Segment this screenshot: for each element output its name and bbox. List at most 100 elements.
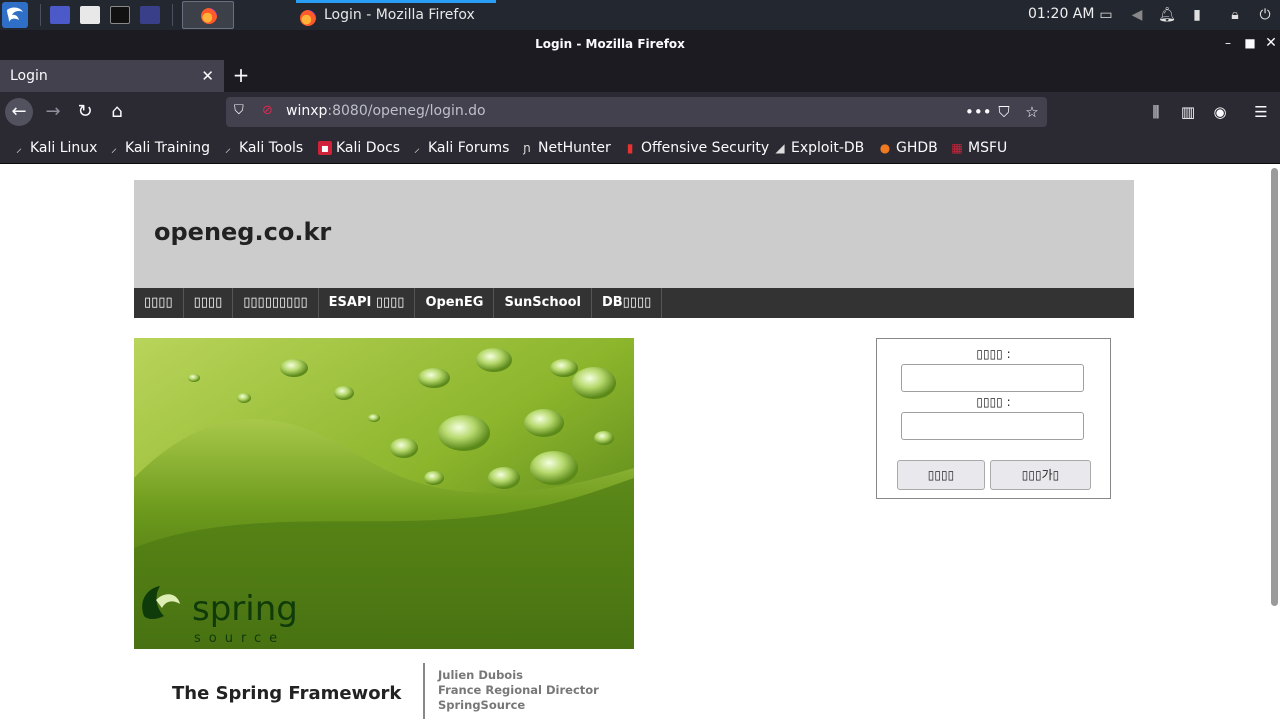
library-icon[interactable]: ⫼ [1146,102,1166,122]
bookmark-label: Kali Tools [239,140,304,156]
bookmark-kali-training[interactable]: ⸝ Kali Training [107,138,210,158]
maximize-button[interactable]: ■ [1243,36,1257,50]
page-scrollbar-thumb[interactable] [1271,168,1278,606]
taskbar-window-title: Login - Mozilla Firefox [324,7,475,23]
bookmark-star-icon[interactable]: ☆ [1022,102,1042,122]
presenter-name: Julien Dubois [438,668,523,682]
presenter-org: SpringSource [438,698,526,712]
panel-separator [172,4,173,26]
navigation-toolbar: ← → ↻ ⌂ ⛉ ⊘ winxp:8080/openeg/login.do •… [0,92,1280,132]
menu-item-1[interactable]: ▯▯▯▯ [134,288,184,318]
bookmark-label: GHDB [896,140,938,156]
menu-item-sunschool[interactable]: SunSchool [494,288,592,318]
new-tab-button[interactable]: + [230,64,252,86]
kali-docs-icon: ▪ [318,141,332,155]
home-button[interactable]: ⌂ [103,98,131,126]
taskbar-window-firefox[interactable]: Login - Mozilla Firefox [296,0,496,30]
login-button[interactable]: ▯▯▯▯ [897,460,985,490]
url-path: :8080/openeg/login.do [327,103,486,119]
app-menu-icon[interactable]: ☰ [1251,102,1271,122]
bookmark-kali-docs[interactable]: ▪ Kali Docs [318,138,400,158]
file-manager-icon[interactable] [80,6,100,24]
exploitdb-icon: ◢ [775,141,785,155]
battery-icon[interactable]: ▮ [1188,6,1206,24]
bookmark-label: NetHunter [538,140,611,156]
bookmark-label: Kali Docs [336,140,401,156]
window-title: Login - Mozilla Firefox [535,37,685,51]
menu-item-2[interactable]: ▯▯▯▯ [184,288,234,318]
bookmark-label: Kali Linux [30,140,98,156]
pocket-icon[interactable]: ⛉ [994,102,1014,122]
terminal-icon[interactable] [110,6,130,24]
sidebar-icon[interactable]: ▥ [1178,102,1198,122]
site-menu: ▯▯▯▯ ▯▯▯▯ ▯▯▯▯▯▯▯▯▯ ESAPI ▯▯▯▯ OpenEG Su… [134,288,1134,318]
bookmark-label: MSFU [968,140,1008,156]
join-button[interactable]: ▯▯▯가▯ [990,460,1091,490]
power-icon[interactable]: ⏻ [1256,6,1274,24]
bookmark-ghdb[interactable]: ● GHDB [878,138,938,158]
kali-dragon-icon: ⸝ [110,141,117,155]
kali-menu-icon[interactable] [2,2,28,28]
caption-divider [423,663,425,719]
forward-button[interactable]: → [39,98,67,126]
firefox-icon [300,10,316,26]
login-form: ▯▯▯▯ : ▯▯▯▯ : ▯▯▯▯ ▯▯▯가▯ [876,338,1111,499]
bookmark-exploit-db[interactable]: ◢ Exploit-DB [773,138,864,158]
bookmark-nethunter[interactable]: ɲ NetHunter [520,138,611,158]
ghdb-icon: ● [879,141,891,155]
bookmark-msfu[interactable]: ▦ MSFU [950,138,1007,158]
desktop-top-panel: Login - Mozilla Firefox 01:20 AM ▭ ◀ 🔔︎ … [0,0,1280,30]
offsec-icon: ▮ [626,141,634,155]
screen-recorder-icon[interactable] [140,6,160,24]
back-button[interactable]: ← [5,98,33,126]
bookmark-kali-tools[interactable]: ⸝ Kali Tools [221,138,303,158]
leaf-dewdrops-graphic: spring source [134,338,634,649]
close-tab-icon[interactable]: ✕ [201,67,214,85]
password-label: ▯▯▯▯ : [976,395,1011,409]
site-title: openeg.co.kr [154,218,332,246]
menu-item-openeg[interactable]: OpenEG [415,288,495,318]
spring-logo-subtext: source [194,631,285,646]
menu-item-3[interactable]: ▯▯▯▯▯▯▯▯▯ [233,288,319,318]
spring-logo-text: spring [192,589,298,629]
minimize-button[interactable]: – [1221,36,1235,50]
menu-item-esapi[interactable]: ESAPI ▯▯▯▯ [319,288,416,318]
url-text[interactable]: winxp:8080/openeg/login.do [286,103,486,119]
spring-banner-image: spring source [134,338,634,649]
menu-item-db[interactable]: DB▯▯▯▯ [592,288,663,318]
nethunter-icon: ɲ [523,141,531,155]
close-window-button[interactable]: ✕ [1264,36,1278,50]
framework-title: The Spring Framework [172,683,402,704]
notifications-bell-icon[interactable]: 🔔︎ [1158,6,1176,24]
bookmark-kali-linux[interactable]: ⸝ Kali Linux [12,138,97,158]
kali-dragon-icon: ⸝ [15,141,22,155]
tracking-protection-shield-icon[interactable]: ⛉ [234,103,248,119]
bookmarks-toolbar: ⸝ Kali Linux ⸝ Kali Training ⸝ Kali Tools ▪… [0,132,1280,164]
insecure-connection-icon[interactable]: ⊘ [262,103,276,119]
url-bar[interactable]: ⛉ ⊘ winxp:8080/openeg/login.do ••• ⛉ ☆ [226,97,1047,127]
lock-screen-icon[interactable]: 🔒︎ [1226,6,1244,24]
account-icon[interactable]: ◉ [1210,102,1230,122]
panel-separator [40,4,41,26]
reload-button[interactable]: ↻ [71,98,99,126]
bookmark-kali-forums[interactable]: ⸝ Kali Forums [410,138,509,158]
bookmark-label: Offensive Security [641,140,770,156]
msfu-icon: ▦ [951,141,963,155]
password-input[interactable] [901,412,1084,440]
id-label: ▯▯▯▯ : [976,347,1011,361]
tab-login[interactable]: Login ✕ [0,60,224,92]
volume-icon[interactable]: ◀ [1128,6,1146,24]
bookmark-label: Kali Forums [428,140,510,156]
id-input[interactable] [901,364,1084,392]
window-titlebar: Login - Mozilla Firefox – ■ ✕ [0,30,1280,60]
presenter-role: France Regional Director [438,683,599,697]
bookmark-offensive-security[interactable]: ▮ Offensive Security [623,138,770,158]
workspace-icon[interactable] [50,6,70,24]
firefox-launcher-button[interactable] [182,1,234,29]
firefox-icon [201,8,217,24]
panel-clock[interactable]: 01:20 AM [1028,6,1094,22]
bookmark-label: Exploit-DB [791,140,865,156]
page-viewport: openeg.co.kr ▯▯▯▯ ▯▯▯▯ ▯▯▯▯▯▯▯▯▯ ESAPI ▯… [0,164,1268,720]
display-icon[interactable]: ▭ [1097,6,1115,24]
page-actions-icon[interactable]: ••• [965,102,992,122]
